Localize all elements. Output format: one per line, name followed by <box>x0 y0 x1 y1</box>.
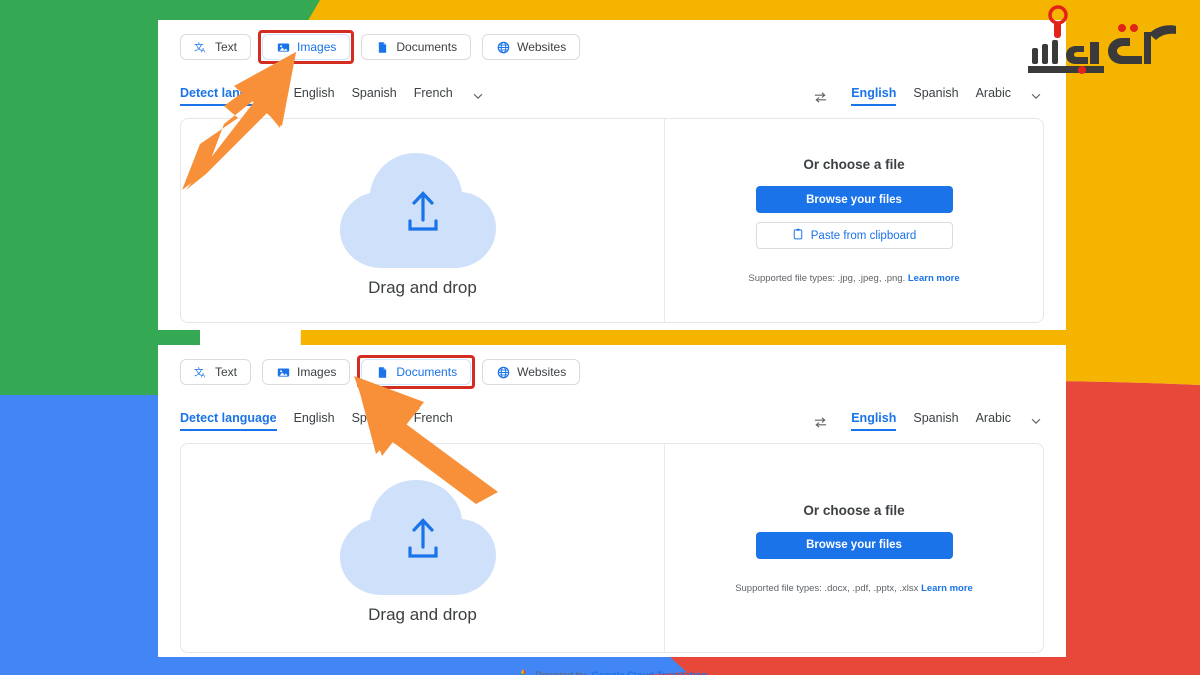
powered-by-footer: Powered by Google Cloud Translation <box>180 667 1044 675</box>
mode-tab-images[interactable]: Images <box>258 30 355 64</box>
dropzone-label: Drag and drop <box>368 277 477 297</box>
source-language-group: Detect language English Spanish French <box>180 86 486 107</box>
target-lang-english[interactable]: English <box>851 86 897 106</box>
mode-tab-label: Documents <box>396 365 458 379</box>
site-logo <box>1018 4 1186 96</box>
upload-card: Drag and drop Or choose a file Browse yo… <box>180 118 1044 323</box>
language-selector-row: Detect language English Spanish French E… <box>180 78 1044 106</box>
target-language-group: English Spanish Arabic <box>851 411 1044 432</box>
document-icon <box>375 40 389 54</box>
swap-languages-icon[interactable] <box>813 415 829 431</box>
browse-files-button[interactable]: Browse your files <box>755 186 953 213</box>
translate-panel-documents: 文A Text Images Documents Websites Detect… <box>158 345 1066 675</box>
mode-tab-text[interactable]: 文A Text <box>180 34 252 60</box>
mode-tab-label: Websites <box>517 40 567 54</box>
source-lang-french[interactable]: French <box>414 411 453 432</box>
supported-filetypes: Supported file types: .docx, .pdf, .pptx… <box>735 583 973 594</box>
dropzone[interactable]: Drag and drop <box>181 444 665 652</box>
mode-tab-images[interactable]: Images <box>262 359 351 385</box>
target-lang-arabic[interactable]: Arabic <box>976 86 1011 107</box>
mode-tab-documents[interactable]: Documents <box>357 355 476 389</box>
clipboard-icon <box>792 228 804 243</box>
mode-tab-label: Text <box>215 365 238 379</box>
file-chooser: Or choose a file Browse your files Paste… <box>665 119 1043 322</box>
mode-tab-label: Images <box>297 365 337 379</box>
chooser-title: Or choose a file <box>803 157 905 172</box>
svg-text:A: A <box>201 47 206 54</box>
target-language-group: English Spanish Arabic <box>851 86 1044 107</box>
source-lang-french[interactable]: French <box>414 86 453 107</box>
source-lang-detect[interactable]: Detect language <box>180 411 277 431</box>
image-icon <box>276 40 290 54</box>
source-lang-english[interactable]: English <box>294 86 335 107</box>
image-icon <box>276 365 290 379</box>
source-lang-spanish[interactable]: Spanish <box>352 411 397 432</box>
target-lang-spanish[interactable]: Spanish <box>913 86 958 107</box>
powered-by-prefix: Powered by <box>535 669 586 675</box>
file-chooser: Or choose a file Browse your files Suppo… <box>665 444 1043 652</box>
mode-tab-label: Text <box>215 40 238 54</box>
cloud-upload-icon <box>330 144 516 276</box>
document-icon <box>375 365 389 379</box>
translate-icon: 文A <box>194 365 208 380</box>
mode-tab-websites[interactable]: Websites <box>482 359 581 385</box>
source-chevron-down-icon[interactable] <box>470 90 486 106</box>
source-lang-english[interactable]: English <box>294 411 335 432</box>
paste-label: Paste from clipboard <box>810 229 917 242</box>
dropzone[interactable]: Drag and drop <box>181 119 665 322</box>
target-lang-spanish[interactable]: Spanish <box>913 411 958 432</box>
mode-tab-label: Documents <box>396 40 458 54</box>
mode-tab-bar: 文A Text Images Documents Websites <box>180 30 1044 64</box>
source-language-group: Detect language English Spanish French <box>180 411 453 432</box>
mode-tab-websites[interactable]: Websites <box>482 34 581 60</box>
mode-tab-bar: 文A Text Images Documents Websites <box>180 355 1044 389</box>
translate-icon: 文A <box>194 40 208 55</box>
mode-tab-text[interactable]: 文A Text <box>180 359 252 385</box>
mode-tab-label: Websites <box>517 365 567 379</box>
swap-languages-icon[interactable] <box>813 90 829 106</box>
google-cloud-icon <box>517 667 530 675</box>
cloud-upload-icon <box>330 471 516 603</box>
globe-icon <box>496 40 510 54</box>
translate-panel-images: 文A Text Images Documents Websites Detect… <box>158 20 1066 330</box>
target-chevron-down-icon[interactable] <box>1028 415 1044 431</box>
upload-card: Drag and drop Or choose a file Browse yo… <box>180 443 1044 653</box>
target-lang-arabic[interactable]: Arabic <box>976 411 1011 432</box>
paste-from-clipboard-button[interactable]: Paste from clipboard <box>755 222 953 249</box>
learn-more-link[interactable]: Learn more <box>921 583 973 594</box>
mode-tab-label: Images <box>297 40 337 54</box>
supported-filetypes: Supported file types: .jpg, .jpeg, .png.… <box>748 273 959 284</box>
svg-text:A: A <box>201 372 206 379</box>
filetypes-text: Supported file types: .jpg, .jpeg, .png. <box>748 273 906 284</box>
mode-tab-documents[interactable]: Documents <box>361 34 472 60</box>
learn-more-link[interactable]: Learn more <box>908 273 960 284</box>
filetypes-text: Supported file types: .docx, .pdf, .pptx… <box>735 582 919 594</box>
source-lang-spanish[interactable]: Spanish <box>352 86 397 107</box>
source-lang-detect[interactable]: Detect language <box>180 86 277 106</box>
target-lang-english[interactable]: English <box>851 411 897 431</box>
chooser-title: Or choose a file <box>803 502 905 518</box>
browse-files-button[interactable]: Browse your files <box>755 531 953 559</box>
dropzone-label: Drag and drop <box>368 605 477 624</box>
language-selector-row: Detect language English Spanish French E… <box>180 403 1044 431</box>
globe-icon <box>496 365 510 379</box>
google-cloud-translation-link[interactable]: Google Cloud Translation <box>592 670 708 675</box>
logo-glyphs <box>1028 5 1176 74</box>
